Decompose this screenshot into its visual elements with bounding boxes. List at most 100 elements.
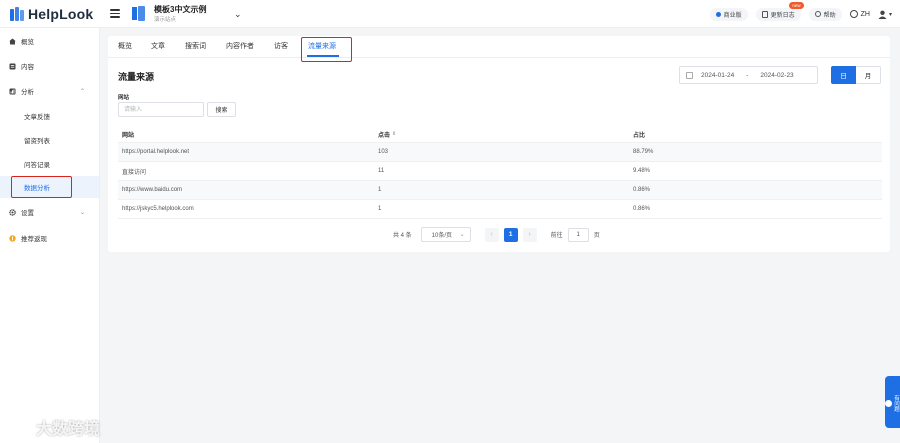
user-icon	[878, 10, 887, 19]
cell-clicks: 1	[378, 206, 382, 212]
goto-page-input[interactable]: 1	[567, 227, 589, 242]
calendar-icon	[686, 71, 693, 79]
section-title: 流量来源	[118, 72, 155, 82]
range-day-button[interactable]: 日	[831, 66, 856, 84]
highlight-box-tab	[301, 37, 352, 62]
home-icon	[9, 38, 16, 44]
tab-overview[interactable]: 概览	[118, 41, 132, 51]
main-panel: 概览 文章 搜索词 内容作者 访客 流量来源 流量来源 2024-01-24 -…	[108, 36, 890, 252]
date-start: 2024-01-24	[701, 71, 735, 79]
cell-website: https://jskyc5.helplook.com	[122, 206, 194, 212]
date-end: 2024-02-23	[760, 71, 794, 79]
site-title[interactable]: 模板3中文示例	[154, 4, 206, 15]
globe-icon	[849, 10, 858, 18]
content-icon	[9, 63, 16, 69]
cell-website: https://portal.helplook.net	[122, 149, 190, 155]
plan-button[interactable]: 商业版	[709, 7, 748, 21]
total-count: 共 4 条	[393, 233, 412, 239]
page-size-value: 10条/页	[431, 233, 453, 239]
date-range-picker[interactable]: 2024-01-24 - 2024-02-23	[679, 66, 818, 84]
top-right-actions: 商业版 更新日志 new 帮助 ZH ▾	[709, 1, 892, 22]
filter-label: 网站	[118, 95, 130, 101]
next-page-button[interactable]: ›	[522, 227, 537, 242]
cell-share: 0.86%	[633, 187, 651, 193]
sidebar-item-content[interactable]: 内容	[0, 55, 99, 77]
sidebar-item-qa-records[interactable]: 问答记录	[0, 153, 99, 175]
table-header-row: 网站 点击 ⇕ 占比	[118, 126, 882, 143]
logo-text: HelpLook	[28, 5, 94, 22]
help-label: 帮助	[823, 12, 836, 19]
sidebar-item-overview[interactable]: 概览	[0, 30, 99, 52]
chevron-down-icon: ⌄	[459, 232, 465, 238]
site-book-icon	[132, 6, 145, 21]
header-clicks[interactable]: 点击 ⇕	[378, 126, 396, 142]
helplook-logo-icon	[10, 6, 24, 22]
cell-clicks: 11	[378, 168, 385, 174]
search-button[interactable]: 搜索	[207, 102, 236, 117]
changelog-label: 更新日志	[770, 12, 795, 19]
watermark-logo-icon	[9, 418, 29, 436]
sidebar-item-analytics[interactable]: 分析 ⌃	[0, 80, 99, 102]
page-size-select[interactable]: 10条/页 ⌄	[420, 227, 471, 242]
sidebar-item-label: 问答记录	[24, 162, 50, 169]
chat-icon	[885, 399, 892, 407]
cell-clicks: 1	[378, 187, 382, 193]
cell-share: 88.79%	[633, 149, 654, 155]
cell-share: 0.86%	[633, 206, 651, 212]
changelog-button[interactable]: 更新日志 new	[755, 1, 804, 21]
header-clicks-label: 点击	[378, 132, 391, 139]
table-row[interactable]: https://www.baidu.com 1 0.86%	[118, 181, 882, 200]
header-share: 占比	[633, 132, 646, 139]
cell-clicks: 103	[378, 149, 389, 155]
chevron-down-icon: ⌄	[79, 209, 85, 216]
help-icon	[814, 11, 821, 17]
watermark: 大数跨境	[8, 416, 100, 438]
coin-icon	[9, 234, 16, 242]
sidebar-item-settings[interactable]: 设置 ⌄	[0, 201, 99, 223]
table-row[interactable]: 直接访问 11 9.48%	[118, 162, 882, 181]
new-badge: new	[789, 1, 804, 9]
logo[interactable]: HelpLook	[0, 6, 100, 22]
user-chevron-icon: ▾	[888, 11, 892, 18]
range-month-button[interactable]: 月	[856, 66, 881, 84]
page-number-current[interactable]: 1	[503, 227, 518, 242]
goto-label: 前往	[550, 233, 563, 239]
pagination: 共 4 条 10条/页 ⌄ ‹ 1 › 前往 1 页	[393, 227, 600, 242]
range-toggle: 日 月	[831, 66, 881, 84]
cell-website: 直接访问	[122, 169, 147, 176]
sidebar: 概览 内容 分析 ⌃ 文章反馈 留资列表 问答记录 数据分析 设置 ⌄ 推荐返现	[0, 28, 100, 443]
cell-share: 9.48%	[633, 168, 651, 174]
table-row[interactable]: https://portal.helplook.net 103 88.79%	[118, 143, 882, 162]
tab-visitors[interactable]: 访客	[274, 41, 288, 51]
gear-icon	[9, 208, 16, 216]
sidebar-item-label: 推荐返现	[21, 236, 47, 243]
sidebar-item-label: 分析	[21, 89, 34, 96]
highlight-box-sidebar	[11, 176, 72, 198]
tab-content-authors[interactable]: 内容作者	[226, 41, 254, 51]
prev-page-button[interactable]: ‹	[484, 227, 499, 242]
website-search-input[interactable]	[118, 102, 204, 117]
language-switch[interactable]: ZH	[849, 10, 870, 18]
help-button[interactable]: 帮助	[808, 7, 842, 21]
plan-dot-icon	[715, 11, 721, 17]
analytics-icon	[9, 88, 16, 94]
tab-search-terms[interactable]: 搜索词	[185, 41, 206, 51]
traffic-table: 网站 点击 ⇕ 占比 https://portal.helplook.net 1…	[118, 126, 882, 219]
header-website: 网站	[122, 132, 135, 139]
changelog-icon	[761, 10, 768, 18]
user-menu[interactable]: ▾	[878, 10, 892, 19]
sidebar-item-referral[interactable]: 推荐返现	[0, 227, 99, 249]
sort-icon[interactable]: ⇕	[392, 131, 396, 137]
table-row[interactable]: https://jskyc5.helplook.com 1 0.86%	[118, 200, 882, 219]
sidebar-item-leads-list[interactable]: 留资列表	[0, 129, 99, 151]
feedback-widget[interactable]: 有问题	[885, 376, 900, 428]
sidebar-item-article-feedback[interactable]: 文章反馈	[0, 105, 99, 127]
cell-website: https://www.baidu.com	[122, 187, 183, 193]
tab-articles[interactable]: 文章	[151, 41, 165, 51]
watermark-text: 大数跨境	[36, 421, 101, 438]
chevron-up-icon: ⌃	[79, 88, 85, 95]
date-separator: -	[746, 71, 749, 79]
site-switch-chevron-icon[interactable]: ⌄	[234, 9, 242, 20]
menu-toggle-icon[interactable]	[110, 9, 120, 18]
page-unit: 页	[593, 233, 600, 239]
